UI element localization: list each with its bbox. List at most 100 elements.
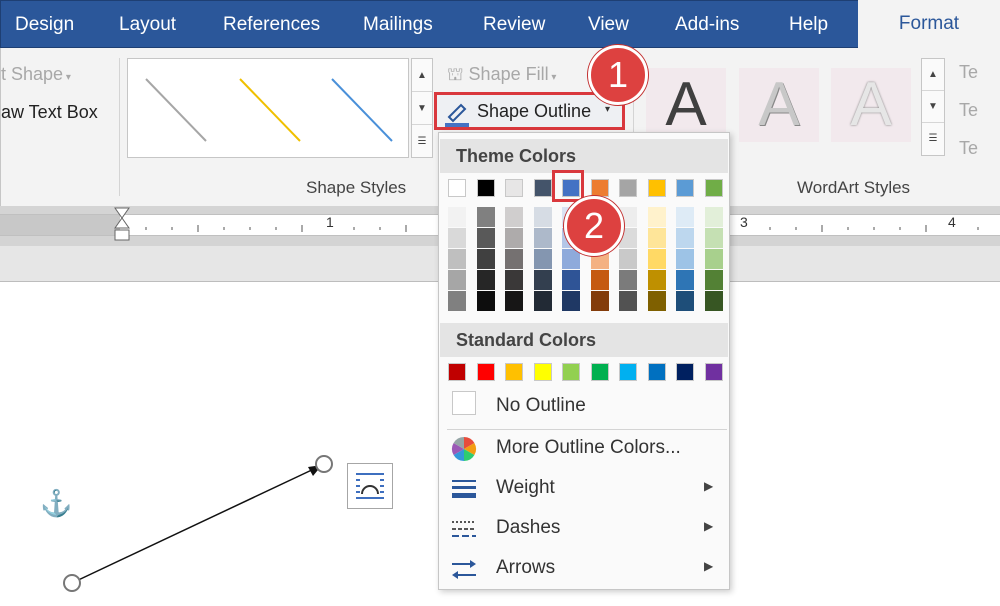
theme-color-swatch[interactable] [505, 179, 523, 197]
indent-marker-icon[interactable] [112, 206, 132, 246]
theme-shade-swatch[interactable] [676, 207, 694, 227]
standard-color-swatch[interactable] [676, 363, 694, 381]
theme-shade-swatch[interactable] [704, 228, 723, 248]
theme-shade-swatch[interactable] [590, 270, 609, 290]
theme-shade-swatch[interactable] [476, 270, 495, 290]
weight-item[interactable]: Weight ▶ [440, 469, 728, 507]
theme-shade-swatch[interactable] [505, 207, 523, 227]
standard-color-swatch[interactable] [505, 363, 523, 381]
scroll-down-icon[interactable]: ▼ [922, 91, 944, 123]
tab-layout[interactable]: Layout [119, 1, 176, 49]
theme-shade-swatch[interactable] [448, 291, 466, 311]
theme-color-swatch[interactable] [533, 179, 552, 197]
theme-shade-swatch[interactable] [647, 249, 666, 269]
text-outline-button[interactable]: Te [959, 100, 978, 121]
theme-color-swatch[interactable] [476, 179, 495, 197]
theme-shade-swatch[interactable] [533, 291, 552, 311]
wordart-style-dark[interactable]: A [646, 68, 726, 142]
theme-color-swatch[interactable] [619, 179, 637, 197]
standard-color-swatch[interactable] [704, 363, 723, 381]
theme-shade-swatch[interactable] [647, 228, 666, 248]
theme-shade-swatch[interactable] [704, 207, 723, 227]
theme-color-swatch[interactable] [448, 179, 466, 197]
theme-shade-swatch[interactable] [533, 270, 552, 290]
theme-color-swatch[interactable] [590, 179, 609, 197]
gallery-more-icon[interactable]: ☰ [412, 125, 432, 158]
theme-shade-swatch[interactable] [448, 270, 466, 290]
theme-shade-swatch[interactable] [619, 270, 637, 290]
tab-format[interactable]: Format [858, 0, 1000, 52]
theme-shade-swatch[interactable] [647, 270, 666, 290]
theme-shade-swatch[interactable] [476, 228, 495, 248]
theme-shade-swatch[interactable] [704, 291, 723, 311]
scroll-up-icon[interactable]: ▲ [922, 59, 944, 91]
scroll-up-icon[interactable]: ▲ [412, 59, 432, 92]
theme-shade-swatch[interactable] [448, 249, 466, 269]
draw-text-box-button[interactable]: aw Text Box [1, 102, 98, 123]
theme-shade-swatch[interactable] [533, 249, 552, 269]
theme-shade-swatch[interactable] [590, 291, 609, 311]
theme-shade-swatch[interactable] [476, 249, 495, 269]
theme-shade-swatch[interactable] [562, 291, 580, 311]
theme-shade-swatch[interactable] [676, 249, 694, 269]
end-handle[interactable] [315, 455, 333, 473]
arrows-item[interactable]: Arrows ▶ [440, 549, 728, 587]
wordart-style-gray[interactable]: A [739, 68, 819, 142]
theme-shade-swatch[interactable] [533, 207, 552, 227]
tab-mailings[interactable]: Mailings [363, 1, 433, 49]
theme-shade-swatch[interactable] [647, 207, 666, 227]
shape-styles-gallery[interactable] [127, 58, 409, 158]
theme-shade-swatch[interactable] [476, 291, 495, 311]
tab-review[interactable]: Review [483, 1, 545, 49]
theme-shade-swatch[interactable] [505, 228, 523, 248]
tab-help[interactable]: Help [789, 1, 828, 49]
theme-shade-swatch[interactable] [505, 270, 523, 290]
tab-add-ins[interactable]: Add-ins [675, 1, 739, 49]
theme-color-swatch[interactable] [647, 179, 666, 197]
tab-references[interactable]: References [223, 1, 320, 49]
theme-shade-swatch[interactable] [476, 207, 495, 227]
theme-shade-swatch[interactable] [676, 228, 694, 248]
standard-color-swatch[interactable] [647, 363, 666, 381]
theme-shade-swatch[interactable] [676, 270, 694, 290]
theme-shade-swatch[interactable] [562, 249, 580, 269]
theme-shade-swatch[interactable] [619, 291, 637, 311]
theme-shade-swatch[interactable] [619, 249, 637, 269]
dashes-item[interactable]: Dashes ▶ [440, 509, 728, 547]
wordart-style-outline[interactable]: A [831, 68, 911, 142]
theme-color-swatch[interactable] [704, 179, 723, 197]
tab-view[interactable]: View [588, 1, 629, 49]
insert-shape-button[interactable]: t Shape ▾ [1, 64, 71, 85]
more-outline-colors-item[interactable]: More Outline Colors... [440, 429, 728, 467]
text-effects-button[interactable]: Te [959, 138, 978, 159]
standard-color-swatch[interactable] [476, 363, 495, 381]
theme-shade-swatch[interactable] [448, 207, 466, 227]
theme-shade-swatch[interactable] [448, 228, 466, 248]
shape-fill-button[interactable]: ⛫ Shape Fill ▾ [447, 64, 556, 88]
shape-outline-button[interactable]: Shape Outline ▾ [434, 92, 625, 130]
theme-shade-swatch[interactable] [562, 270, 580, 290]
theme-shade-swatch[interactable] [676, 291, 694, 311]
standard-color-swatch[interactable] [590, 363, 609, 381]
no-outline-item[interactable]: No Outline [440, 387, 728, 425]
theme-shade-swatch[interactable] [704, 249, 723, 269]
selected-arrow-shape[interactable] [0, 440, 340, 606]
gallery-more-icon[interactable]: ☰ [922, 123, 944, 155]
text-fill-button[interactable]: Te [959, 62, 978, 83]
theme-shade-swatch[interactable] [704, 270, 723, 290]
layout-options-button[interactable] [347, 463, 393, 509]
wordart-scrollbar[interactable]: ▲ ▼ ☰ [921, 58, 945, 156]
tab-design[interactable]: Design [15, 1, 74, 49]
standard-color-swatch[interactable] [533, 363, 552, 381]
start-handle[interactable] [63, 574, 81, 592]
theme-color-swatch[interactable] [676, 179, 694, 197]
scroll-down-icon[interactable]: ▼ [412, 92, 432, 125]
gallery-scrollbar[interactable]: ▲ ▼ ☰ [411, 58, 433, 158]
standard-color-swatch[interactable] [619, 363, 637, 381]
theme-shade-swatch[interactable] [505, 249, 523, 269]
theme-shade-swatch[interactable] [505, 291, 523, 311]
theme-shade-swatch[interactable] [533, 228, 552, 248]
theme-shade-swatch[interactable] [647, 291, 666, 311]
standard-color-swatch[interactable] [562, 363, 580, 381]
standard-color-swatch[interactable] [448, 363, 466, 381]
